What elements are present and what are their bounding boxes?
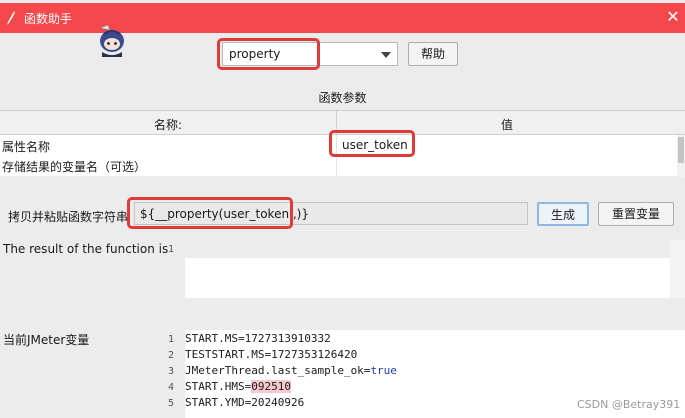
- param-name: 存储结果的变量名（可选）: [2, 160, 147, 174]
- result-bottom-bar: [185, 298, 685, 320]
- reset-variables-button[interactable]: 重置变量: [598, 202, 674, 226]
- generate-button[interactable]: 生成: [537, 202, 589, 226]
- jmeter-vars-label: 当前JMeter变量: [3, 333, 90, 347]
- line-number: 1: [167, 334, 174, 345]
- annotation-highlight-function-string: [127, 197, 293, 229]
- param-name: 属性名称: [2, 140, 51, 154]
- result-current-line: [185, 240, 670, 258]
- code-line-text: JMeterThread.last_sample_ok=: [185, 364, 371, 377]
- params-scrollbar[interactable]: [677, 135, 685, 177]
- chevron-down-icon[interactable]: [381, 52, 391, 58]
- line-number: 1: [167, 244, 174, 255]
- table-row[interactable]: 存储结果的变量名（可选）: [0, 155, 677, 175]
- watermark: CSDN @Betray391: [577, 398, 681, 411]
- code-keyword: true: [370, 364, 397, 377]
- result-line-gutter: 1: [160, 240, 184, 320]
- result-text-area[interactable]: [185, 240, 685, 320]
- line-number: 5: [167, 398, 174, 409]
- code-line: START.MS=1727313910332: [185, 332, 331, 345]
- result-content: [185, 258, 670, 298]
- code-line: START.HMS=092510: [185, 380, 291, 393]
- line-number: 4: [167, 382, 174, 393]
- line-number: 3: [167, 366, 174, 377]
- copy-string-label: 拷贝并粘贴函数字符串: [8, 210, 129, 224]
- code-line-text: START.HMS=: [185, 380, 252, 393]
- code-line: TESTSTART.MS=1727353126420: [185, 348, 358, 361]
- result-label: The result of the function is: [3, 242, 169, 256]
- code-highlight: 092510: [251, 380, 291, 393]
- col-header-name[interactable]: 名称:: [0, 116, 336, 133]
- mascot-avatar-icon: [98, 24, 124, 57]
- help-button[interactable]: 帮助: [408, 42, 458, 66]
- code-line: START.YMD=20240926: [185, 396, 305, 409]
- jmeter-feather-icon: [7, 11, 15, 25]
- annotation-highlight-function: [217, 38, 320, 70]
- line-number: 2: [167, 350, 174, 361]
- scrollbar-thumb[interactable]: [678, 137, 684, 163]
- annotation-highlight-param-value: [329, 130, 415, 157]
- code-line: JMeterThread.last_sample_ok=true: [185, 364, 397, 377]
- close-icon[interactable]: ✕: [664, 7, 682, 27]
- window-title: 函数助手: [24, 12, 73, 26]
- vars-line-gutter: 1 2 3 4 5: [160, 330, 184, 418]
- params-title: 函数参数: [318, 91, 367, 105]
